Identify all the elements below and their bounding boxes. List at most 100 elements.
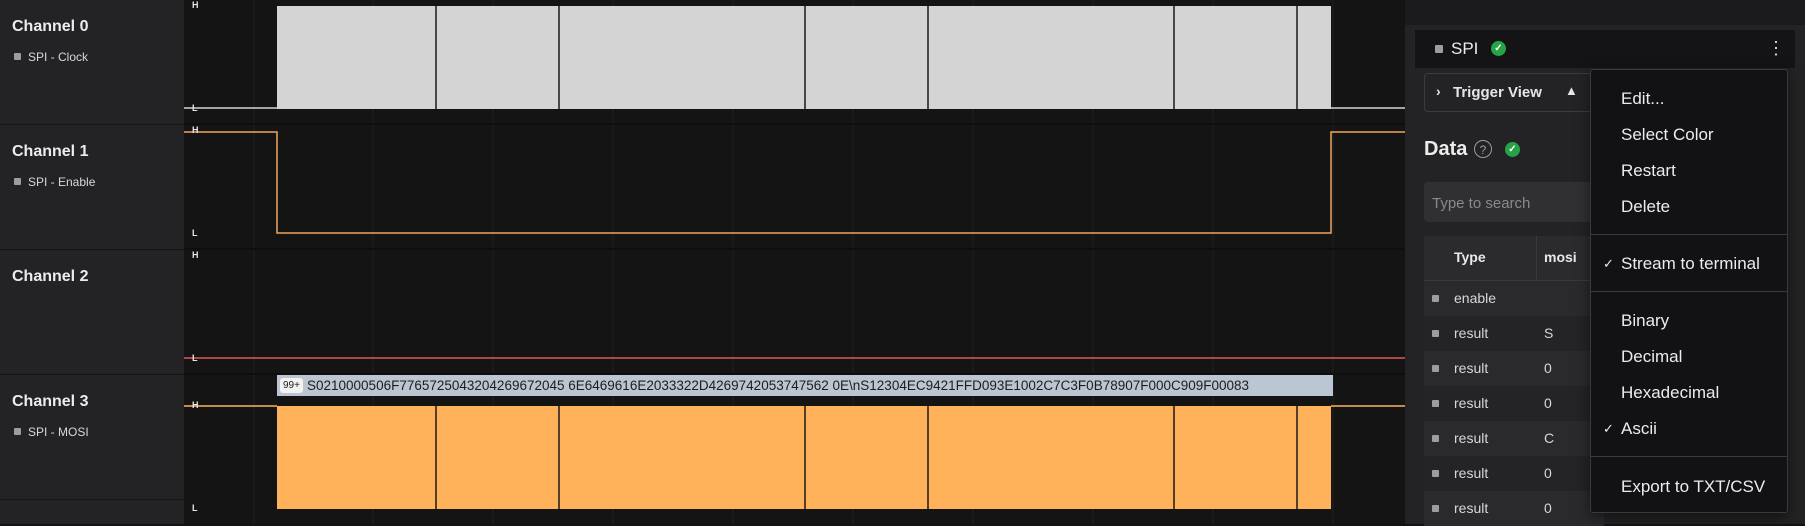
channel-name: Channel 1 xyxy=(12,143,89,160)
menu-item-label: Hexadecimal xyxy=(1621,383,1720,402)
column-divider xyxy=(1536,236,1537,280)
menu-item-label: Edit... xyxy=(1621,89,1665,108)
channel-3-label[interactable]: Channel 3 SPI - MOSI xyxy=(0,375,184,500)
more-options-icon[interactable]: ⋮ xyxy=(1767,38,1785,59)
channel-sub-label: SPI - Clock xyxy=(28,50,89,64)
data-section-title: Data xyxy=(1424,138,1468,160)
low-marker: L xyxy=(192,103,198,113)
low-marker: L xyxy=(192,228,198,238)
channel-labels: Channel 0 SPI - Clock Channel 1 SPI - En… xyxy=(0,0,184,524)
cell-mosi: S xyxy=(1544,325,1554,341)
menu-item-hexadecimal[interactable]: Hexadecimal xyxy=(1591,377,1787,409)
high-marker: H xyxy=(192,250,199,260)
cell-mosi: 0 xyxy=(1544,395,1552,411)
cell-type: result xyxy=(1454,325,1489,341)
menu-item-ascii[interactable]: ✓ Ascii xyxy=(1591,413,1787,445)
ch0-clock-burst xyxy=(277,6,1331,109)
menu-item-label: Decimal xyxy=(1621,347,1683,366)
cell-type: result xyxy=(1454,430,1489,446)
analyzer-name: SPI xyxy=(1451,39,1479,58)
channel-sub: SPI - MOSI xyxy=(14,425,89,439)
menu-item-export[interactable]: Export to TXT/CSV xyxy=(1591,471,1787,503)
row-color-square xyxy=(1432,365,1439,372)
cell-mosi: 0 xyxy=(1544,465,1552,481)
waveform-area[interactable]: H L H L H L H L xyxy=(184,0,1405,524)
table-row[interactable]: result 0 xyxy=(1424,386,1604,421)
menu-item-restart[interactable]: Restart xyxy=(1591,155,1787,187)
cell-mosi: C xyxy=(1544,430,1555,446)
row-color-square xyxy=(1432,400,1439,407)
decoded-data-bubble[interactable]: 99+ S0210000506F7765725043204269672045 6… xyxy=(277,375,1333,396)
row-color-square xyxy=(1432,470,1439,477)
menu-item-edit[interactable]: Edit... xyxy=(1591,83,1787,115)
menu-divider xyxy=(1591,456,1787,457)
check-icon: ✓ xyxy=(1603,421,1614,436)
menu-item-binary[interactable]: Binary xyxy=(1591,305,1787,337)
trigger-view-label: Trigger View xyxy=(1453,84,1542,101)
cell-type: result xyxy=(1454,465,1489,481)
menu-item-label: Stream to terminal xyxy=(1621,254,1760,273)
low-marker: L xyxy=(192,503,198,513)
search-input[interactable] xyxy=(1424,182,1604,224)
menu-item-label: Delete xyxy=(1621,197,1671,216)
ch1-enable-line xyxy=(184,131,1405,234)
channel-2-label[interactable]: Channel 2 xyxy=(0,250,184,375)
analyzer-context-menu: Edit... Select Color Restart Delete ✓ Str… xyxy=(1590,69,1788,513)
table-row[interactable]: enable xyxy=(1424,281,1604,316)
menu-item-stream-to-terminal[interactable]: ✓ Stream to terminal xyxy=(1591,248,1787,280)
column-header-mosi[interactable]: mosi xyxy=(1544,249,1577,265)
chevron-right-icon: › xyxy=(1436,83,1441,99)
column-header-type[interactable]: Type xyxy=(1454,249,1486,265)
channel-0-label[interactable]: Channel 0 SPI - Clock xyxy=(0,0,184,125)
row-color-square xyxy=(1432,295,1439,302)
channel-name: Channel 0 xyxy=(12,18,89,35)
ch3-mosi-burst xyxy=(277,406,1331,509)
menu-item-select-color[interactable]: Select Color xyxy=(1591,119,1787,151)
menu-item-label: Ascii xyxy=(1621,419,1657,438)
check-icon: ✓ xyxy=(1603,256,1614,271)
low-marker: L xyxy=(192,353,198,363)
menu-item-label: Select Color xyxy=(1621,125,1714,144)
color-square xyxy=(14,53,21,60)
table-row[interactable]: result 0 xyxy=(1424,351,1604,386)
analyzer-row-spi[interactable]: SPI ✓ ⋮ xyxy=(1415,30,1795,68)
color-square xyxy=(14,428,21,435)
help-icon[interactable]: ? xyxy=(1474,140,1492,158)
menu-item-delete[interactable]: Delete xyxy=(1591,191,1787,223)
channel-1-label[interactable]: Channel 1 SPI - Enable xyxy=(0,125,184,250)
high-marker: H xyxy=(192,0,199,10)
channel-sub: SPI - Enable xyxy=(14,175,95,189)
row-color-square xyxy=(1432,330,1439,337)
decoded-text: S0210000506F7765725043204269672045 6E646… xyxy=(307,378,1250,393)
panel-header-strip xyxy=(1405,0,1805,25)
cell-type: enable xyxy=(1454,290,1497,306)
waveform-svg xyxy=(184,0,1405,524)
table-row[interactable]: result 0 xyxy=(1424,491,1604,526)
table-row[interactable]: result S xyxy=(1424,316,1604,351)
table-row[interactable]: result 0 xyxy=(1424,456,1604,491)
channel-name: Channel 3 xyxy=(12,393,89,410)
check-circle-icon: ✓ xyxy=(1505,142,1520,157)
color-square xyxy=(1435,45,1443,53)
cell-type: result xyxy=(1454,360,1489,376)
cell-mosi: 0 xyxy=(1544,360,1552,376)
menu-item-label: Export to TXT/CSV xyxy=(1621,477,1766,496)
check-circle-icon: ✓ xyxy=(1491,41,1506,56)
menu-item-label: Binary xyxy=(1621,311,1670,330)
channel-sub: SPI - Clock xyxy=(14,50,88,64)
channel-sub-label: SPI - MOSI xyxy=(28,425,89,439)
cell-mosi: 0 xyxy=(1544,500,1552,516)
search-box[interactable] xyxy=(1424,182,1604,224)
row-color-square xyxy=(1432,505,1439,512)
trigger-view-button[interactable]: › Trigger View ▲ xyxy=(1424,73,1609,112)
table-row[interactable]: result C xyxy=(1424,421,1604,456)
menu-item-decimal[interactable]: Decimal xyxy=(1591,341,1787,373)
table-header: Type mosi xyxy=(1424,236,1604,281)
cell-type: result xyxy=(1454,395,1489,411)
cell-type: result xyxy=(1454,500,1489,516)
channel-name: Channel 2 xyxy=(12,268,89,285)
menu-divider xyxy=(1591,234,1787,235)
channel-sub-label: SPI - Enable xyxy=(28,175,96,189)
data-table: Type mosi enable result S result 0 result 0… xyxy=(1424,236,1604,526)
high-marker: H xyxy=(192,125,199,135)
